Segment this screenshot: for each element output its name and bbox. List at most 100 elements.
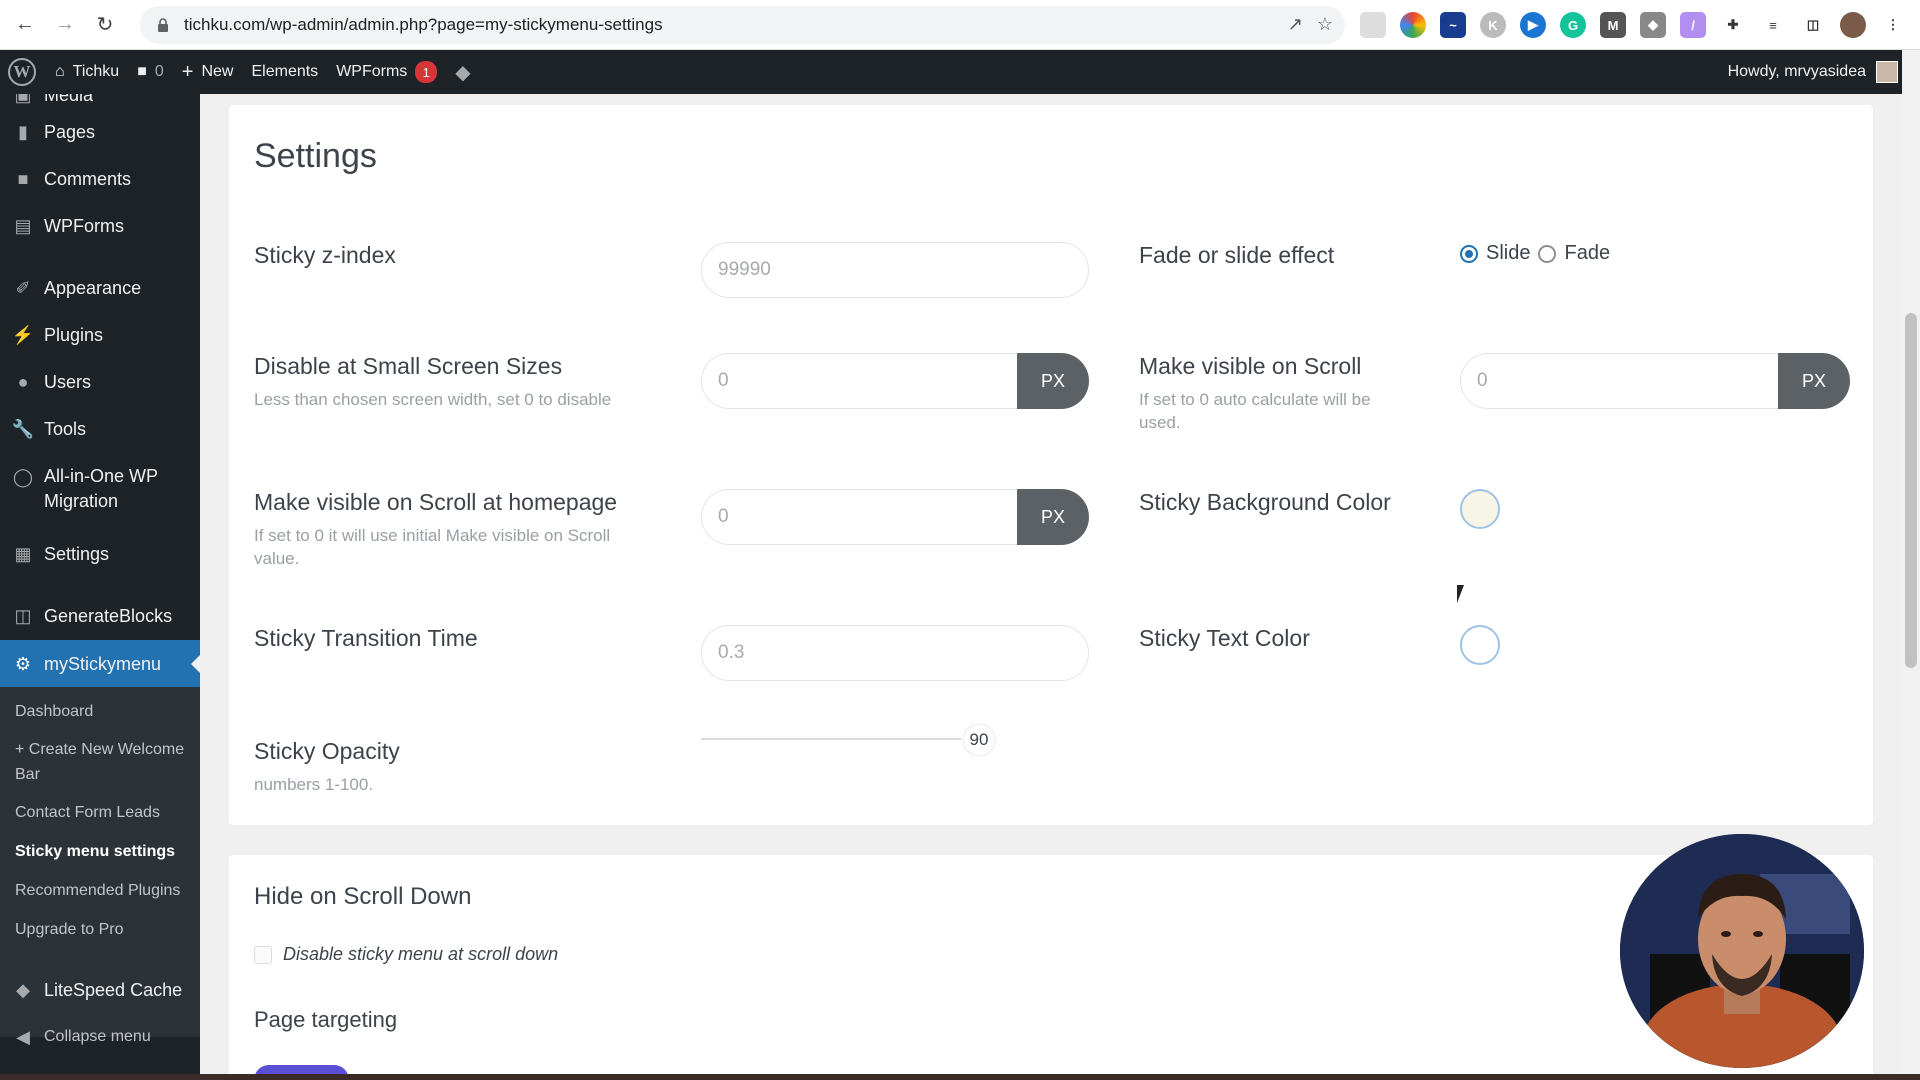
bg-color-swatch[interactable]	[1460, 489, 1500, 529]
sidebar-item-wpforms[interactable]: ▤ WPForms	[0, 210, 200, 242]
sidebar-item-comments[interactable]: ■ Comments	[0, 163, 200, 195]
disable-scroll-down-checkbox[interactable]	[254, 946, 272, 964]
mouse-cursor-icon	[1457, 585, 1464, 603]
visible-scroll-input[interactable]: 0	[1460, 353, 1778, 409]
sidebar-item-media[interactable]: ▣ Media	[0, 94, 200, 110]
opacity-slider-track[interactable]	[701, 738, 961, 740]
z-index-label: Sticky z-index	[254, 242, 396, 268]
sidebar-item-label: Comments	[44, 168, 132, 189]
opacity-slider-handle[interactable]: 90	[964, 725, 994, 755]
transition-label: Sticky Transition Time	[254, 625, 478, 651]
litespeed-icon: ◆	[16, 979, 30, 1000]
collapse-menu-button[interactable]: ◀ Collapse menu	[0, 1021, 200, 1053]
sidebar-item-label: All-in-One WP Migration	[44, 466, 158, 511]
page-title: Settings	[254, 137, 377, 175]
sidebar-item-label: Media	[44, 94, 94, 105]
users-icon: ●	[17, 371, 29, 392]
fade-radio[interactable]	[1538, 244, 1557, 263]
submenu-dashboard[interactable]: Dashboard	[15, 699, 190, 724]
page-scrollbar[interactable]	[1902, 50, 1920, 1080]
reload-icon[interactable]: ↻	[90, 10, 120, 40]
bg-color-label: Sticky Background Color	[1139, 489, 1391, 515]
diamond-plugin-icon[interactable]: ◆	[446, 50, 479, 94]
sidepanel-icon[interactable]: ◫	[1800, 12, 1826, 38]
back-icon[interactable]: ←	[10, 10, 40, 40]
share-icon[interactable]: ↗	[1288, 14, 1303, 35]
comments-icon: ■	[17, 168, 29, 189]
transition-input[interactable]: 0.3	[701, 625, 1089, 681]
comments-link[interactable]: ■ 0	[128, 50, 173, 94]
submenu-upgrade-to-pro[interactable]: Upgrade to Pro	[15, 917, 190, 942]
wp-admin-bar: W ⌂ Tichku ■ 0 + New Elements WPForms 1 …	[0, 50, 1920, 94]
visible-scroll-label: Make visible on Scroll	[1139, 353, 1362, 379]
sidebar-item-plugins[interactable]: ⚡ Plugins	[0, 319, 200, 351]
extension-icon[interactable]: /	[1680, 12, 1706, 38]
generateblocks-icon: ◫	[14, 605, 32, 626]
sidebar-item-mystickymenu[interactable]: ⚙ myStickymenu	[0, 640, 200, 688]
submenu-sticky-menu-settings[interactable]: Sticky menu settings	[15, 839, 190, 864]
submenu-recommended-plugins[interactable]: Recommended Plugins	[15, 878, 190, 903]
sidebar-item-label: Plugins	[44, 324, 104, 345]
extension-icon[interactable]: ▶	[1520, 12, 1546, 38]
text-color-label: Sticky Text Color	[1139, 625, 1310, 651]
disable-scroll-down-label[interactable]: Disable sticky menu at scroll down	[283, 943, 558, 966]
notification-badge: 1	[415, 61, 438, 83]
browser-toolbar: ← → ↻ tichku.com/wp-admin/admin.php?page…	[0, 0, 1920, 50]
extension-icon[interactable]	[1400, 12, 1426, 38]
extension-icon[interactable]: ◆	[1640, 12, 1666, 38]
visible-home-input[interactable]: 0	[701, 489, 1017, 545]
my-account[interactable]: Howdy, mrvyasidea	[1728, 50, 1898, 94]
address-bar[interactable]: tichku.com/wp-admin/admin.php?page=my-st…	[140, 6, 1345, 44]
submenu-contact-form-leads[interactable]: Contact Form Leads	[15, 800, 190, 825]
sidebar-item-migration[interactable]: ◯ All-in-One WP Migration	[0, 464, 200, 518]
kebab-menu-icon[interactable]: ⋮	[1880, 12, 1906, 38]
elements-link[interactable]: Elements	[242, 50, 327, 94]
sidebar-item-generateblocks[interactable]: ◫ GenerateBlocks	[0, 600, 200, 632]
visible-scroll-hint: If set to 0 auto calculate will be used.	[1139, 390, 1371, 432]
sidebar-item-label: Collapse menu	[44, 1028, 151, 1045]
url-text: tichku.com/wp-admin/admin.php?page=my-st…	[184, 15, 663, 34]
pages-icon: ▮	[18, 121, 28, 142]
fade-radio-label[interactable]: Fade	[1564, 242, 1610, 265]
scrollbar-thumb[interactable]	[1905, 313, 1917, 668]
z-index-input[interactable]: 99990	[701, 242, 1089, 298]
slide-radio-label[interactable]: Slide	[1486, 242, 1530, 265]
tools-icon: 🔧	[11, 418, 35, 439]
avatar	[1876, 61, 1898, 83]
submenu-create-welcome-bar[interactable]: + Create New Welcome Bar	[15, 737, 190, 787]
small-screen-hint: Less than chosen screen width, set 0 to …	[254, 390, 612, 409]
wordpress-logo-icon[interactable]: W	[8, 58, 36, 86]
site-name-link[interactable]: ⌂ Tichku	[46, 50, 128, 94]
sidebar-item-label: Tools	[44, 418, 87, 439]
media-list-icon[interactable]: ≡	[1760, 12, 1786, 38]
extension-icon[interactable]: K	[1480, 12, 1506, 38]
wpforms-label: WPForms	[336, 63, 408, 80]
puzzle-icon[interactable]: ✚	[1720, 12, 1746, 38]
sidebar-item-settings[interactable]: ▦ Settings	[0, 538, 200, 570]
webcam-overlay	[1620, 834, 1864, 1068]
sidebar-item-users[interactable]: ● Users	[0, 366, 200, 398]
grammarly-icon[interactable]: G	[1560, 12, 1586, 38]
sidebar-item-label: myStickymenu	[44, 653, 162, 674]
bookmark-star-icon[interactable]: ☆	[1317, 14, 1333, 35]
visible-home-label: Make visible on Scroll at homepage	[254, 489, 618, 515]
new-label: New	[201, 63, 234, 80]
extension-icon[interactable]	[1360, 12, 1386, 38]
new-content-link[interactable]: + New	[173, 50, 243, 94]
sidebar-item-litespeed[interactable]: ◆ LiteSpeed Cache	[0, 974, 200, 1006]
presenter-image	[1620, 834, 1864, 1068]
sidebar-item-tools[interactable]: 🔧 Tools	[0, 413, 200, 445]
profile-avatar-icon[interactable]	[1840, 12, 1866, 38]
howdy-text: Howdy, mrvyasidea	[1727, 63, 1866, 80]
text-color-swatch[interactable]	[1460, 625, 1500, 665]
extension-icon[interactable]: ~	[1440, 12, 1466, 38]
sidebar-item-pages[interactable]: ▮ Pages	[0, 116, 200, 148]
small-screen-input[interactable]: 0	[701, 353, 1017, 409]
sidebar-item-appearance[interactable]: ✐ Appearance	[0, 272, 200, 304]
extension-icon[interactable]: M	[1600, 12, 1626, 38]
sidebar-item-label: LiteSpeed Cache	[44, 979, 183, 1000]
slide-radio[interactable]	[1460, 244, 1478, 263]
forward-icon[interactable]: →	[50, 10, 80, 40]
wpforms-link[interactable]: WPForms 1	[327, 50, 446, 94]
px-unit-button: PX	[1017, 489, 1089, 545]
